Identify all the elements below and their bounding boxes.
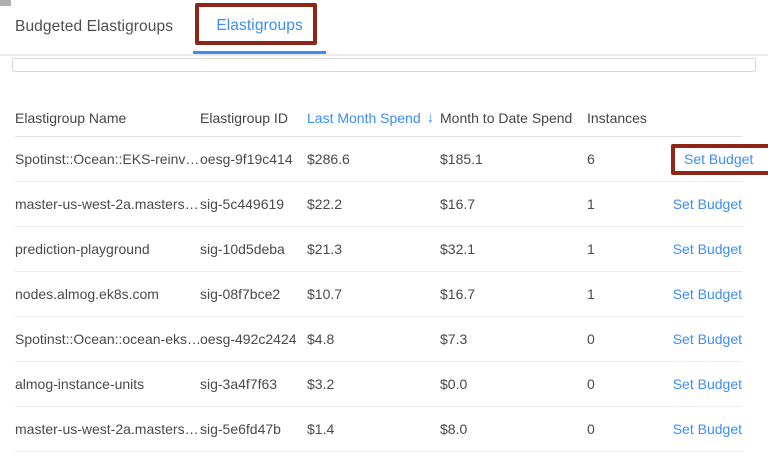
column-header-month-to-date-spend[interactable]: Month to Date Spend (440, 110, 587, 126)
set-budget-link-wrapper: Set Budget (673, 286, 742, 302)
cell-last-month-spend: $1.4 (307, 421, 440, 437)
set-budget-link[interactable]: Set Budget (684, 151, 753, 167)
set-budget-link-wrapper: Set Budget (673, 331, 742, 347)
cell-last-month-spend: $22.2 (307, 196, 440, 212)
sort-descending-icon[interactable]: ↓ (427, 110, 435, 125)
cell-last-month-spend: $21.3 (307, 241, 440, 257)
table-row: prediction-playground sig-10d5deba $21.3… (15, 227, 742, 272)
column-header-elastigroup-name[interactable]: Elastigroup Name (15, 110, 200, 126)
cell-instances: 0 (587, 331, 671, 347)
cell-month-to-date-spend: $7.3 (440, 331, 587, 347)
cell-elastigroup-id: sig-5c449619 (200, 196, 307, 212)
table-body: Spotinst::Ocean::EKS-reinv… oesg-9f19c41… (15, 137, 742, 452)
set-budget-link[interactable]: Set Budget (673, 331, 742, 347)
ui-fragment-artifact (0, 0, 11, 6)
cell-elastigroup-name: Spotinst::Ocean::ocean-eks… (15, 331, 200, 347)
column-header-last-month-spend[interactable]: Last Month Spend ↓ (307, 110, 440, 126)
cell-instances: 0 (587, 421, 671, 437)
cell-month-to-date-spend: $8.0 (440, 421, 587, 437)
cell-last-month-spend: $4.8 (307, 331, 440, 347)
cell-set-budget: Set Budget (671, 241, 742, 257)
cell-elastigroup-name: almog-instance-units (15, 376, 200, 392)
cell-instances: 6 (587, 151, 671, 167)
cell-set-budget: Set Budget (671, 421, 742, 437)
table-header-row: Elastigroup Name Elastigroup ID Last Mon… (15, 99, 742, 137)
tab-budgeted-elastigroups[interactable]: Budgeted Elastigroups (15, 0, 173, 54)
set-budget-link[interactable]: Set Budget (673, 196, 742, 212)
cell-set-budget: Set Budget (671, 286, 742, 302)
cell-last-month-spend: $10.7 (307, 286, 440, 302)
cell-elastigroup-name: master-us-west-2a.masters… (15, 421, 200, 437)
set-budget-link-wrapper: Set Budget (673, 376, 742, 392)
table-row: almog-instance-units sig-3a4f7f63 $3.2 $… (15, 362, 742, 407)
cell-instances: 0 (587, 376, 671, 392)
column-header-instances[interactable]: Instances (587, 110, 671, 126)
cell-elastigroup-name: nodes.almog.ek8s.com (15, 286, 200, 302)
set-budget-link-wrapper: Set Budget (673, 196, 742, 212)
set-budget-link[interactable]: Set Budget (673, 286, 742, 302)
cell-set-budget: Set Budget (671, 196, 742, 212)
cell-elastigroup-id: sig-5e6fd47b (200, 421, 307, 437)
cell-elastigroup-id: oesg-9f19c414 (200, 151, 307, 167)
tab-elastigroups-label: Elastigroups (216, 17, 303, 35)
cell-last-month-spend: $286.6 (307, 151, 440, 167)
cell-elastigroup-id: oesg-492c2424 (200, 331, 307, 347)
table-row: master-us-west-2a.masters… sig-5c449619 … (15, 182, 742, 227)
cell-month-to-date-spend: $32.1 (440, 241, 587, 257)
cell-set-budget: Set Budget (671, 376, 742, 392)
cell-month-to-date-spend: $16.7 (440, 196, 587, 212)
tab-budgeted-elastigroups-label: Budgeted Elastigroups (15, 18, 173, 36)
column-header-elastigroup-id[interactable]: Elastigroup ID (200, 110, 307, 126)
cell-elastigroup-name: prediction-playground (15, 241, 200, 257)
cell-elastigroup-id: sig-10d5deba (200, 241, 307, 257)
set-budget-link[interactable]: Set Budget (673, 376, 742, 392)
cell-instances: 1 (587, 196, 671, 212)
annotation-box-set-budget: Set Budget (671, 144, 768, 175)
table-row: Spotinst::Ocean::EKS-reinv… oesg-9f19c41… (15, 137, 742, 182)
cell-elastigroup-id: sig-08f7bce2 (200, 286, 307, 302)
cell-month-to-date-spend: $0.0 (440, 376, 587, 392)
set-budget-link[interactable]: Set Budget (673, 421, 742, 437)
table-row: nodes.almog.ek8s.com sig-08f7bce2 $10.7 … (15, 272, 742, 317)
elastigroups-table: Elastigroup Name Elastigroup ID Last Mon… (15, 99, 742, 452)
filter-input[interactable] (12, 58, 756, 72)
cell-elastigroup-id: sig-3a4f7f63 (200, 376, 307, 392)
cell-month-to-date-spend: $16.7 (440, 286, 587, 302)
set-budget-link-wrapper: Set Budget (673, 241, 742, 257)
table-row: Spotinst::Ocean::ocean-eks… oesg-492c242… (15, 317, 742, 362)
set-budget-link-wrapper: Set Budget (673, 421, 742, 437)
tabs-bar: Budgeted Elastigroups Elastigroups (0, 0, 768, 56)
column-header-last-month-spend-label: Last Month Spend (307, 110, 421, 126)
cell-elastigroup-name: Spotinst::Ocean::EKS-reinv… (15, 151, 200, 167)
tab-elastigroups[interactable]: Elastigroups (193, 0, 326, 54)
cell-instances: 1 (587, 241, 671, 257)
set-budget-link[interactable]: Set Budget (673, 241, 742, 257)
cell-elastigroup-name: master-us-west-2a.masters… (15, 196, 200, 212)
cell-set-budget: Set Budget (671, 331, 742, 347)
table-row: master-us-west-2a.masters… sig-5e6fd47b … (15, 407, 742, 452)
cell-set-budget: Set Budget (671, 144, 755, 175)
cell-instances: 1 (587, 286, 671, 302)
cell-month-to-date-spend: $185.1 (440, 151, 587, 167)
cell-last-month-spend: $3.2 (307, 376, 440, 392)
